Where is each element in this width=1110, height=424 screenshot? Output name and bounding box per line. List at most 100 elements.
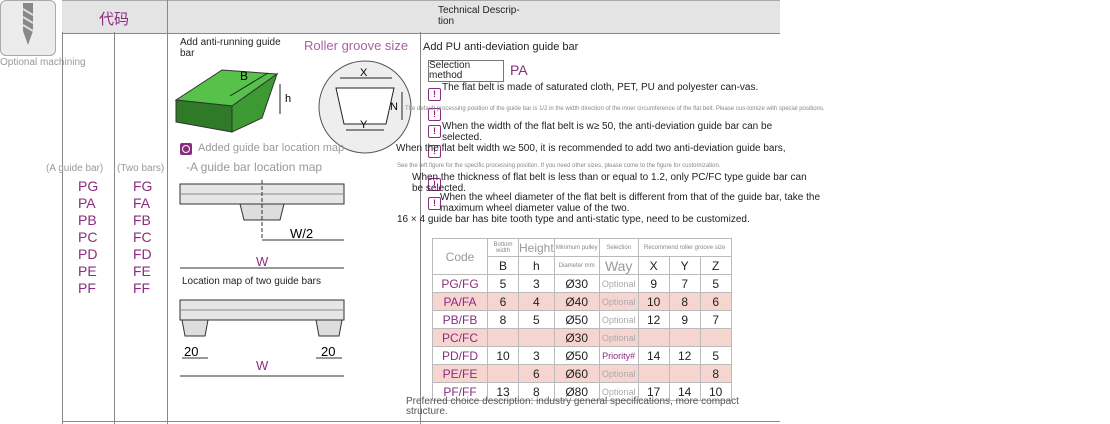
head-bottom: Bottom width bbox=[487, 238, 519, 257]
cell-y bbox=[668, 328, 701, 347]
cell-d: Ø60 bbox=[553, 364, 600, 383]
roller-groove-label: Roller groove size bbox=[304, 38, 409, 53]
cell-z: 7 bbox=[699, 310, 732, 329]
divider bbox=[62, 421, 780, 422]
machining-thumbnail[interactable] bbox=[0, 0, 56, 56]
sub-B: B bbox=[487, 256, 519, 275]
cell-code: PB/FB bbox=[432, 310, 488, 329]
cell-way: Optional bbox=[598, 364, 639, 383]
cell-h: 4 bbox=[518, 292, 555, 311]
cell-b bbox=[487, 364, 519, 383]
cell-code: PE/FE bbox=[432, 364, 488, 383]
cell-way: Optional bbox=[598, 274, 639, 293]
code-item: PG bbox=[78, 178, 99, 194]
code-item: FB bbox=[133, 212, 151, 228]
cell-z: 6 bbox=[699, 292, 732, 311]
note-material: The flat belt is made of saturated cloth… bbox=[442, 82, 759, 93]
location-icon bbox=[180, 143, 192, 155]
dim-W: W bbox=[256, 358, 269, 373]
code-item: PB bbox=[78, 212, 97, 228]
cell-b: 10 bbox=[487, 346, 519, 365]
cell-h: 5 bbox=[518, 310, 555, 329]
cell-y bbox=[668, 364, 701, 383]
cell-z: 5 bbox=[699, 274, 732, 293]
cell-b: 5 bbox=[487, 274, 519, 293]
sub-way: Way bbox=[598, 256, 639, 275]
cell-b bbox=[487, 328, 519, 347]
table-row: PD/FD 10 3 Ø50 Priority# 14 12 5 bbox=[432, 346, 732, 365]
sub-h: h bbox=[518, 256, 555, 275]
cell-h: 6 bbox=[518, 364, 555, 383]
cell-d: Ø50 bbox=[553, 310, 600, 329]
table-row: PB/FB 8 5 Ø50 Optional 12 9 7 bbox=[432, 310, 732, 329]
guide-bar-3d-diagram: B h bbox=[174, 69, 291, 133]
dim-W2: W/2 bbox=[290, 226, 313, 241]
code-item: FF bbox=[133, 280, 151, 296]
cell-d: Ø40 bbox=[553, 292, 600, 311]
note-wide-belt: When the flat belt width w≥ 500, it is r… bbox=[396, 143, 786, 154]
cell-y: 8 bbox=[668, 292, 701, 311]
head-height: Height bbox=[518, 238, 555, 257]
head-selection: Selection bbox=[598, 238, 639, 257]
cell-y: 9 bbox=[668, 310, 701, 329]
cell-code: PC/FC bbox=[432, 328, 488, 347]
code-item: PD bbox=[78, 246, 98, 262]
added-location-label: Added guide bar location map bbox=[198, 142, 345, 154]
two-bars-label: (Two bars) bbox=[117, 163, 165, 174]
divider bbox=[420, 32, 421, 424]
code-header: 代码 bbox=[99, 11, 130, 28]
cell-x bbox=[637, 364, 670, 383]
head-recommend: Recommend roller groove size bbox=[637, 238, 732, 257]
note-see-figure: See the left figure for the specific pro… bbox=[397, 163, 721, 169]
table-row: PE/FE 6 Ø60 Optional 8 bbox=[432, 364, 732, 383]
dim-N: N bbox=[390, 101, 398, 113]
one-bar-location-diagram: W/2 W bbox=[179, 180, 345, 269]
divider bbox=[114, 32, 115, 424]
note-width: When the width of the flat belt is w≥ 50… bbox=[442, 121, 773, 143]
dim-Y: Y bbox=[360, 119, 368, 131]
cell-code: PG/FG bbox=[432, 274, 488, 293]
cell-x bbox=[637, 328, 670, 347]
selection-method-box: Selection method bbox=[428, 60, 504, 82]
dim-20-right: 20 bbox=[321, 344, 335, 359]
cell-x: 10 bbox=[637, 292, 670, 311]
cell-h: 3 bbox=[518, 346, 555, 365]
table-row: PG/FG 5 3 Ø30 Optional 9 7 5 bbox=[432, 274, 732, 293]
footer-note: Preferred choice description: industry g… bbox=[406, 396, 739, 417]
warning-icon: ! bbox=[428, 125, 441, 138]
table-header bbox=[62, 0, 780, 34]
one-bar-codes: PG PA PB PC PD PE PF bbox=[78, 178, 98, 297]
cell-y: 7 bbox=[668, 274, 701, 293]
code-item: PA bbox=[78, 195, 96, 211]
code-item: PE bbox=[78, 263, 97, 279]
dim-B: B bbox=[240, 69, 248, 83]
two-bars-location-diagram: 20 20 W bbox=[179, 299, 345, 377]
cell-way: Optional bbox=[598, 292, 639, 311]
cell-code: PD/FD bbox=[432, 346, 488, 365]
dim-X: X bbox=[360, 67, 368, 79]
code-item: FE bbox=[133, 263, 151, 279]
cell-d: Ø30 bbox=[553, 274, 600, 293]
divider bbox=[62, 32, 63, 424]
table-row: PA/FA 6 4 Ø40 Optional 10 8 6 bbox=[432, 292, 732, 311]
desc-title: Add PU anti-deviation guide bar bbox=[423, 41, 579, 53]
code-item: FA bbox=[133, 195, 151, 211]
table-row: PC/FC Ø30 Optional bbox=[432, 328, 732, 347]
head-pulley: Minimum pulley bbox=[553, 238, 600, 257]
cell-way: Priority# bbox=[598, 346, 639, 365]
note-thickness: When the thickness of flat belt is less … bbox=[412, 172, 807, 194]
code-item: FD bbox=[133, 246, 152, 262]
cell-way: Optional bbox=[598, 310, 639, 329]
cell-d: Ø50 bbox=[553, 346, 600, 365]
two-location-label: Location map of two guide bars bbox=[182, 276, 321, 287]
cell-way: Optional bbox=[598, 328, 639, 347]
cell-code: PA/FA bbox=[432, 292, 488, 311]
cell-z: 5 bbox=[699, 346, 732, 365]
cell-d: Ø30 bbox=[553, 328, 600, 347]
cell-h: 3 bbox=[518, 274, 555, 293]
one-location-label: -A guide bar location map bbox=[186, 160, 323, 174]
sub-Z: Z bbox=[699, 256, 732, 275]
sub-X: X bbox=[637, 256, 670, 275]
sub-Y: Y bbox=[668, 256, 701, 275]
cell-b: 6 bbox=[487, 292, 519, 311]
